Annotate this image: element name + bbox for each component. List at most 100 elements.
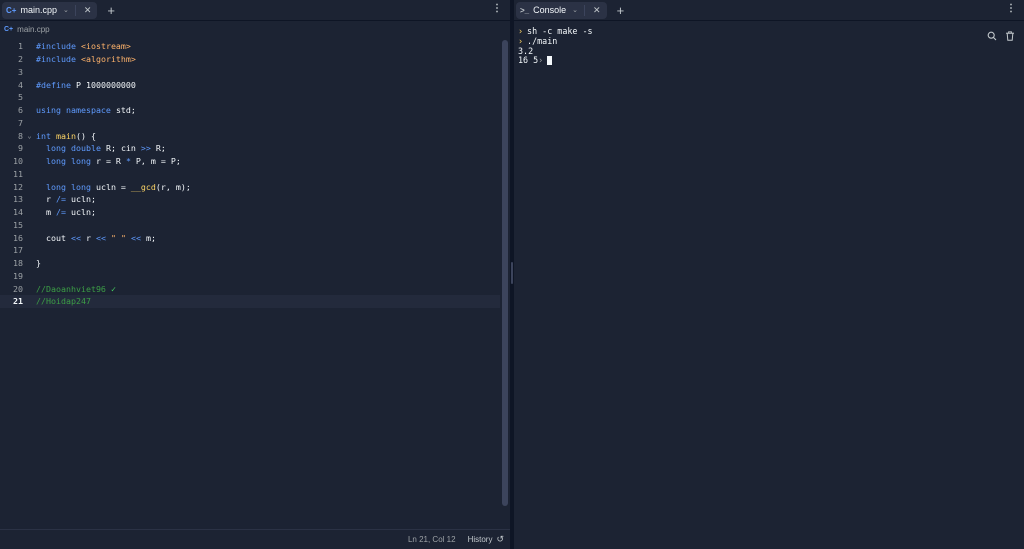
- code-token: long long: [46, 156, 96, 167]
- code-token: ucln =: [95, 181, 131, 192]
- console-output[interactable]: › sh -c make -s › ./main 3.2 16 5 ›: [518, 26, 593, 65]
- code-token: int: [36, 130, 56, 141]
- add-tab-icon[interactable]: +: [617, 4, 625, 17]
- code-line[interactable]: 17: [0, 244, 500, 257]
- chevron-down-icon[interactable]: ⌄: [572, 6, 578, 14]
- tab-console[interactable]: >_ Console ⌄ ✕: [516, 1, 607, 19]
- line-number: 8: [18, 130, 23, 141]
- add-tab-icon[interactable]: +: [107, 4, 115, 17]
- cpp-file-icon: C+: [4, 26, 14, 33]
- line-number: 17: [13, 245, 23, 256]
- console-tabbar: >_ Console ⌄ ✕ + ⋮: [514, 0, 1024, 21]
- code-token: long long: [46, 181, 96, 192]
- console-command: › sh -c make -s: [518, 26, 593, 36]
- terminal-cursor[interactable]: [547, 55, 553, 65]
- code-token: std;: [115, 105, 136, 116]
- search-icon[interactable]: [986, 30, 998, 42]
- history-label: History: [467, 535, 493, 544]
- code-token: }: [36, 258, 41, 269]
- code-line[interactable]: 15: [0, 219, 500, 232]
- tab-label: main.cpp: [20, 5, 57, 15]
- code-line[interactable]: 11: [0, 168, 500, 181]
- code-token: ✓: [110, 283, 116, 294]
- code-token: <<: [95, 232, 106, 243]
- trash-icon[interactable]: [1004, 30, 1016, 42]
- splitter-grip[interactable]: [511, 262, 513, 284]
- prompt-icon: ›: [518, 35, 524, 46]
- fold-chevron-icon[interactable]: ⌄: [23, 132, 36, 140]
- code-token: /=: [55, 207, 66, 218]
- code-line[interactable]: 12 long long ucln = __gcd (r, m);: [0, 180, 500, 193]
- code-token: <<: [130, 232, 141, 243]
- line-number: 6: [18, 105, 23, 116]
- line-number: 10: [13, 156, 23, 167]
- code-line[interactable]: 18}: [0, 257, 500, 270]
- code-token: P: [75, 79, 86, 90]
- code-token: main: [55, 130, 76, 141]
- history-icon: ↺: [496, 534, 504, 544]
- line-number: 4: [18, 79, 23, 90]
- cursor-position[interactable]: Ln 21, Col 12: [408, 535, 456, 544]
- code-token: <iostream>: [80, 41, 131, 52]
- code-token: >>: [140, 143, 151, 154]
- cpp-file-icon: C+: [6, 5, 17, 15]
- code-line[interactable]: 3: [0, 66, 500, 79]
- line-number: 2: [18, 54, 23, 65]
- code-token: /=: [55, 194, 66, 205]
- code-line[interactable]: 9 long double R; cin >> R;: [0, 142, 500, 155]
- code-line[interactable]: 13 r /= ucln;: [0, 193, 500, 206]
- editor-scrollbar[interactable]: [502, 40, 508, 506]
- code-token: __gcd: [130, 181, 156, 192]
- prompt-icon: ›: [518, 25, 524, 36]
- code-token: P, m = P;: [130, 156, 181, 167]
- code-token: #define: [36, 79, 76, 90]
- console-pane: >_ Console ⌄ ✕ + ⋮ › sh -c make -s › ./main…: [514, 0, 1024, 549]
- code-line[interactable]: 1 #include <iostream>: [0, 40, 500, 53]
- console-text: ./main: [527, 35, 558, 46]
- tab-divider: [74, 4, 76, 16]
- history-button[interactable]: History ↺: [468, 534, 504, 545]
- chevron-down-icon[interactable]: ⌄: [63, 6, 69, 14]
- tab-main-cpp[interactable]: C+ main.cpp ⌄ ✕: [2, 1, 98, 19]
- input-arrow-icon: ›: [538, 55, 544, 66]
- line-number: 21: [13, 296, 23, 307]
- code-editor[interactable]: 1 #include <iostream> 2 #include <algorithm…: [0, 40, 500, 308]
- code-token: (r, m);: [155, 181, 191, 192]
- code-token: ucln;: [65, 194, 96, 205]
- code-line[interactable]: 5: [0, 91, 500, 104]
- line-number: 5: [18, 92, 23, 103]
- code-line[interactable]: 16 cout << r << " " << m;: [0, 231, 500, 244]
- more-options-icon[interactable]: ⋮: [1006, 4, 1016, 14]
- close-tab-icon[interactable]: ✕: [591, 5, 603, 16]
- more-options-icon[interactable]: ⋮: [492, 4, 502, 14]
- code-line[interactable]: 6 using namespace std;: [0, 104, 500, 117]
- code-token: r: [80, 232, 96, 243]
- console-output-line: 16 5 ›: [518, 55, 593, 65]
- editor-statusbar: Ln 21, Col 12 History ↺: [0, 529, 510, 549]
- code-line[interactable]: 2 #include <algorithm>: [0, 53, 500, 66]
- code-token: ucln;: [65, 207, 96, 218]
- console-command: › ./main: [518, 36, 593, 46]
- breadcrumb-file[interactable]: main.cpp: [17, 25, 49, 34]
- code-line[interactable]: 10 long long r = R * P, m = P;: [0, 155, 500, 168]
- code-line[interactable]: 8 ⌄ int main() {: [0, 129, 500, 142]
- code-line[interactable]: 4 #define P 1000000000: [0, 78, 500, 91]
- line-number: 14: [13, 207, 23, 218]
- code-token: () {: [75, 130, 96, 141]
- code-token: " ": [110, 232, 126, 243]
- code-line[interactable]: 14 m /= ucln;: [0, 206, 500, 219]
- line-number: 3: [18, 66, 23, 77]
- line-number: 15: [13, 219, 23, 230]
- close-tab-icon[interactable]: ✕: [82, 5, 94, 16]
- code-token: r: [36, 194, 56, 205]
- code-line[interactable]: 20 //Daoanhviet96 ✓: [0, 282, 500, 295]
- code-line[interactable]: 7: [0, 117, 500, 130]
- code-line[interactable]: 21 //Hoidap247: [0, 295, 500, 308]
- console-text: sh -c make -s: [527, 25, 593, 36]
- editor-pane: C+ main.cpp ⌄ ✕ + ⋮ C+ main.cpp 1 #includ…: [0, 0, 510, 549]
- code-token: long double: [46, 143, 106, 154]
- code-line[interactable]: 19: [0, 270, 500, 283]
